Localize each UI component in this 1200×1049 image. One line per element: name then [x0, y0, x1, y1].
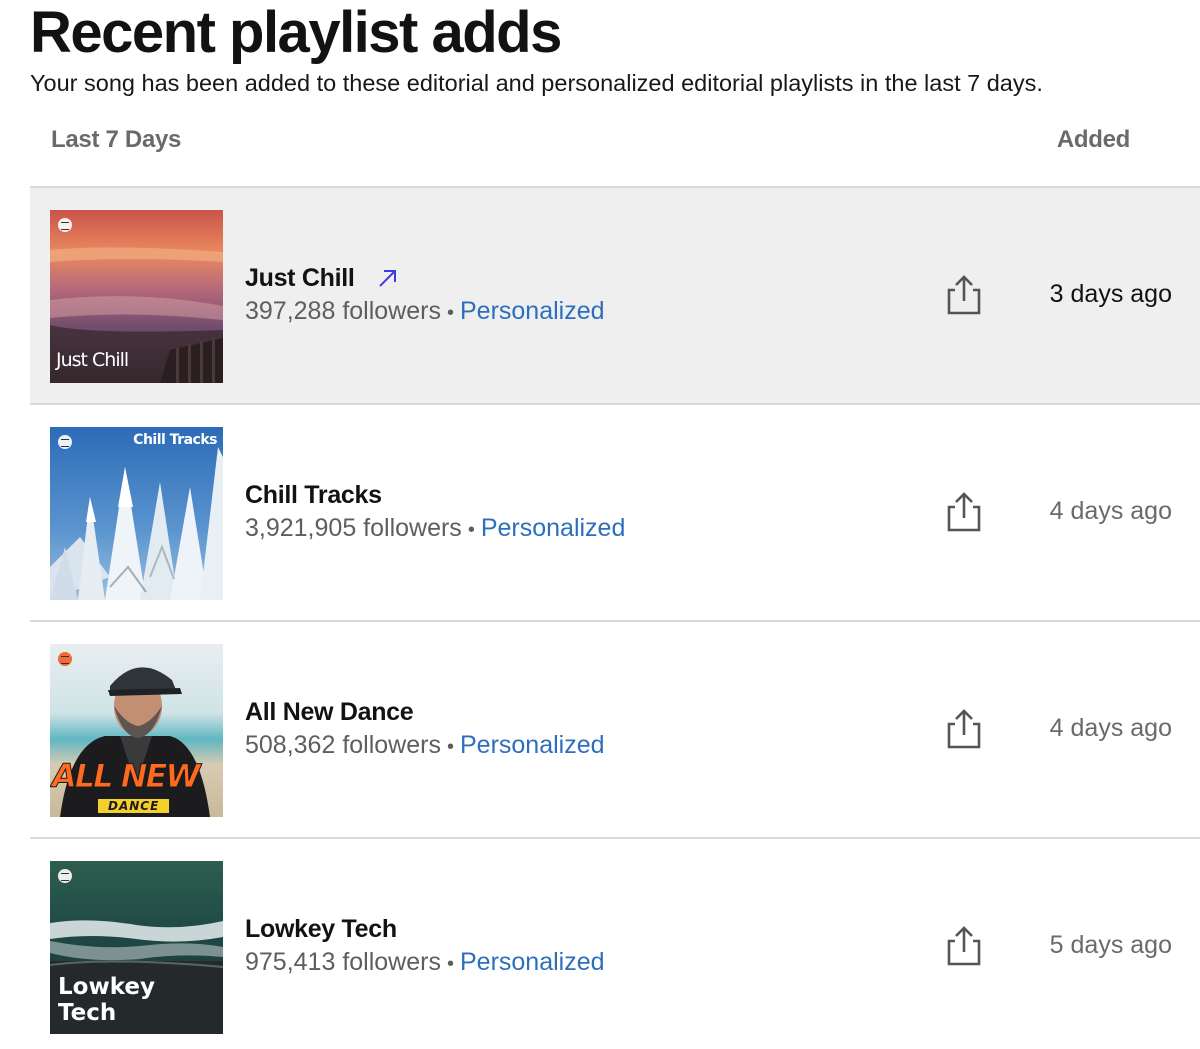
share-icon[interactable] — [944, 925, 984, 967]
cover-title: Just Chill — [56, 349, 129, 371]
share-icon[interactable] — [944, 491, 984, 533]
added-date: 3 days ago — [1049, 280, 1172, 308]
playlist-cover[interactable]: Just Chill — [50, 210, 223, 383]
playlist-row[interactable]: Just Chill Just Chill 397,288 followers •… — [30, 188, 1200, 405]
spotify-logo-icon — [58, 869, 72, 883]
spotify-logo-icon — [58, 652, 72, 666]
spotify-logo-icon — [58, 218, 72, 232]
playlist-type-link[interactable]: Personalized — [460, 297, 605, 325]
page-subtitle: Your song has been added to these editor… — [30, 70, 1043, 96]
playlist-row[interactable]: Chill Tracks Chill Tracks 3,921,905 foll… — [30, 405, 1200, 622]
spotify-logo-icon — [58, 435, 72, 449]
cover-title: ALL NEW — [52, 757, 202, 796]
follower-count: 397,288 followers — [245, 297, 441, 325]
follower-count: 3,921,905 followers — [245, 514, 462, 542]
playlist-name[interactable]: Lowkey Tech — [245, 915, 397, 944]
page-title: Recent playlist adds — [30, 0, 562, 65]
playlist-cover[interactable]: ALL NEW DANCE — [50, 644, 223, 817]
playlist-cover[interactable]: Lowkey Tech — [50, 861, 223, 1034]
playlist-info: Just Chill 397,288 followers • Personalize… — [245, 263, 605, 330]
table-header: Last 7 Days Added — [30, 98, 1200, 188]
playlist-info: All New Dance 508,362 followers • Personal… — [245, 697, 605, 764]
separator-dot: • — [446, 302, 454, 324]
cover-subtitle: Tech — [58, 1000, 117, 1026]
share-icon[interactable] — [944, 274, 984, 316]
added-date: 5 days ago — [1049, 931, 1172, 959]
cover-title: Chill Tracks — [133, 432, 217, 448]
period-column-header: Last 7 Days — [51, 126, 182, 153]
added-date: 4 days ago — [1049, 497, 1172, 525]
separator-dot: • — [467, 519, 475, 541]
external-link-icon[interactable] — [375, 265, 401, 291]
playlist-info: Lowkey Tech 975,413 followers • Personaliz… — [245, 914, 605, 981]
added-column-header: Added — [1056, 126, 1130, 153]
playlist-name[interactable]: All New Dance — [245, 698, 414, 727]
share-icon[interactable] — [944, 708, 984, 750]
playlist-type-link[interactable]: Personalized — [460, 731, 605, 759]
playlist-type-link[interactable]: Personalized — [481, 514, 626, 542]
playlist-info: Chill Tracks 3,921,905 followers • Persona… — [245, 480, 625, 547]
follower-count: 508,362 followers — [245, 731, 441, 759]
playlist-row[interactable]: Lowkey Tech Lowkey Tech 975,413 follower… — [30, 839, 1200, 1049]
separator-dot: • — [446, 736, 454, 758]
cover-subtitle: DANCE — [98, 799, 170, 813]
playlist-type-link[interactable]: Personalized — [460, 948, 605, 976]
follower-count: 975,413 followers — [245, 948, 441, 976]
playlist-name[interactable]: Chill Tracks — [245, 481, 382, 510]
playlist-name[interactable]: Just Chill — [245, 264, 355, 293]
playlist-cover[interactable]: Chill Tracks — [50, 427, 223, 600]
added-date: 4 days ago — [1049, 714, 1172, 742]
snowy-trees-image — [50, 427, 223, 600]
cover-title: Lowkey — [58, 974, 155, 1000]
separator-dot: • — [446, 953, 454, 975]
playlist-row[interactable]: ALL NEW DANCE All New Dance 508,362 foll… — [30, 622, 1200, 839]
recent-playlist-adds-page: Recent playlist adds Your song has been … — [0, 0, 1200, 1049]
